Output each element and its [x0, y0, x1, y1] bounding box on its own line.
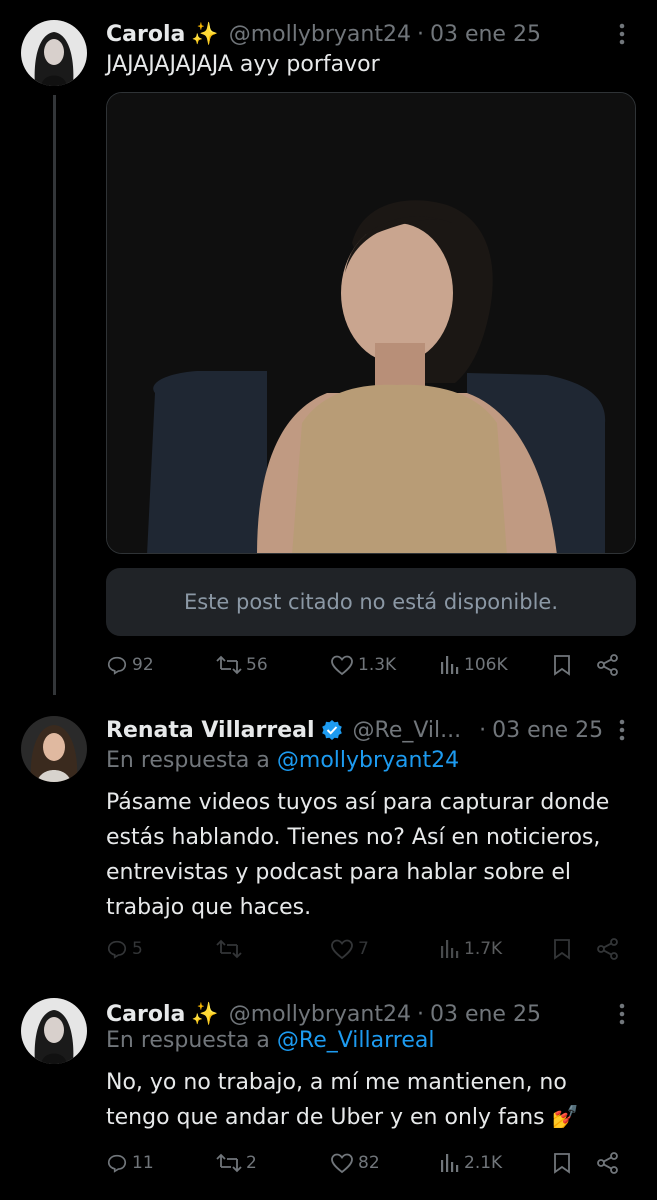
separator-dot: ·	[479, 717, 487, 743]
like-icon	[330, 1152, 354, 1174]
like-button[interactable]: 7	[330, 932, 369, 966]
views-icon	[440, 938, 460, 960]
post-actions: 92 56 1.3K 106K	[106, 648, 630, 682]
more-icon[interactable]	[607, 712, 637, 748]
like-icon	[330, 654, 354, 676]
author-name[interactable]: Carola	[106, 1002, 185, 1027]
repost-count: 2	[246, 1153, 257, 1173]
bookmark-button[interactable]	[552, 1146, 572, 1180]
post-text: JAJAJAJAJAJA ayy porfavor	[106, 52, 380, 77]
share-button[interactable]	[596, 648, 620, 682]
bookmark-icon	[552, 654, 572, 676]
post-text: Pásame videos tuyos así para capturar do…	[106, 790, 610, 920]
like-button[interactable]: 82	[330, 1146, 380, 1180]
reply-button[interactable]: 92	[106, 648, 154, 682]
sparkle-emoji: ✨	[191, 21, 219, 47]
reply-icon	[106, 1152, 128, 1174]
sparkle-emoji: ✨	[191, 1001, 219, 1027]
share-button[interactable]	[596, 932, 620, 966]
share-icon	[596, 938, 620, 960]
separator-dot: ·	[416, 1001, 424, 1027]
share-button[interactable]	[596, 1146, 620, 1180]
reply-icon	[106, 938, 128, 960]
bookmark-button[interactable]	[552, 932, 572, 966]
views-button[interactable]: 106K	[440, 648, 508, 682]
post-header: Carola ✨ @mollybryant24 · 03 ene 25	[106, 996, 637, 1032]
post-media-image[interactable]	[106, 92, 636, 554]
post-actions: 5 7 1.7K	[106, 932, 630, 966]
views-count: 2.1K	[464, 1153, 503, 1173]
reply-icon	[106, 654, 128, 676]
like-count: 7	[358, 939, 369, 959]
like-icon	[330, 938, 354, 960]
avatar[interactable]	[21, 20, 87, 86]
author-handle[interactable]: @Re_Vil...	[353, 718, 462, 743]
reply-context: En respuesta a @mollybryant24	[106, 748, 459, 773]
post-2[interactable]: Renata Villarreal @Re_Vil... · 03 ene 25…	[0, 712, 657, 972]
post-text: No, yo no trabajo, a mí me mantienen, no…	[106, 1070, 580, 1130]
avatar[interactable]	[21, 998, 87, 1064]
views-icon	[440, 654, 460, 676]
bookmark-icon	[552, 1152, 572, 1174]
like-button[interactable]: 1.3K	[330, 648, 396, 682]
like-count: 1.3K	[358, 655, 397, 675]
views-count: 1.7K	[464, 939, 503, 959]
reply-prefix: En respuesta a	[106, 1028, 270, 1053]
post-date[interactable]: 03 ene 25	[492, 718, 603, 743]
reply-to-link[interactable]: @mollybryant24	[277, 748, 459, 773]
post-actions: 11 2 82 2.1K	[106, 1146, 630, 1180]
like-count: 82	[358, 1153, 380, 1173]
repost-button[interactable]: 56	[216, 648, 268, 682]
views-button[interactable]: 2.1K	[440, 1146, 502, 1180]
reply-to-link[interactable]: @Re_Villarreal	[277, 1028, 435, 1053]
views-count: 106K	[464, 655, 508, 675]
avatar[interactable]	[21, 716, 87, 782]
post-header: Renata Villarreal @Re_Vil... · 03 ene 25	[106, 712, 637, 748]
repost-icon	[216, 938, 242, 960]
author-name[interactable]: Carola	[106, 22, 185, 47]
post-1[interactable]: Carola ✨ @mollybryant24 · 03 ene 25 JAJA…	[0, 16, 657, 696]
quoted-post-unavailable[interactable]: Este post citado no está disponible.	[106, 568, 636, 636]
separator-dot: ·	[416, 21, 424, 47]
author-name[interactable]: Renata Villarreal	[106, 718, 315, 743]
reply-count: 5	[132, 939, 143, 959]
author-handle[interactable]: @mollybryant24	[229, 1002, 411, 1027]
verified-badge-icon	[321, 719, 343, 741]
repost-count: 56	[246, 655, 268, 675]
share-icon	[596, 1152, 620, 1174]
reply-button[interactable]: 11	[106, 1146, 154, 1180]
reply-count: 11	[132, 1153, 154, 1173]
reply-count: 92	[132, 655, 154, 675]
repost-button[interactable]: 2	[216, 1146, 257, 1180]
bookmark-button[interactable]	[552, 648, 572, 682]
author-handle[interactable]: @mollybryant24	[229, 22, 411, 47]
repost-button[interactable]	[216, 932, 246, 966]
post-3[interactable]: Carola ✨ @mollybryant24 · 03 ene 25 En r…	[0, 996, 657, 1186]
views-button[interactable]: 1.7K	[440, 932, 502, 966]
repost-icon	[216, 654, 242, 676]
bookmark-icon	[552, 938, 572, 960]
post-date[interactable]: 03 ene 25	[430, 22, 541, 47]
repost-icon	[216, 1152, 242, 1174]
reply-context: En respuesta a @Re_Villarreal	[106, 1028, 434, 1053]
reply-button[interactable]: 5	[106, 932, 143, 966]
share-icon	[596, 654, 620, 676]
post-date[interactable]: 03 ene 25	[430, 1002, 541, 1027]
more-icon[interactable]	[607, 996, 637, 1032]
views-icon	[440, 1152, 460, 1174]
reply-prefix: En respuesta a	[106, 748, 270, 773]
